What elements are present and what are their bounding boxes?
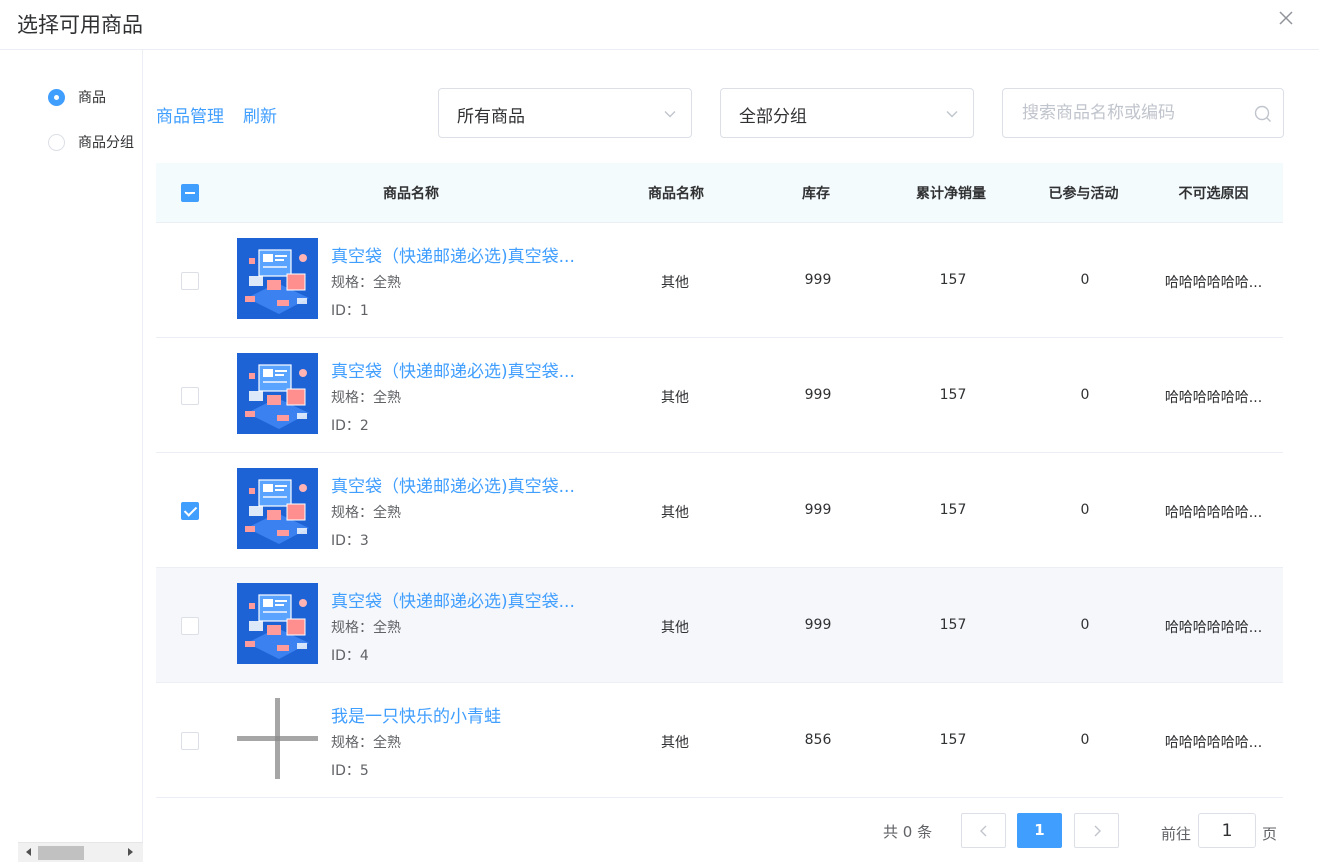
total-count: 共 0 条 (883, 823, 933, 841)
net-sales-value: 157 (939, 617, 967, 633)
product-type: 其他 (661, 275, 689, 291)
activities-value: 0 (1080, 387, 1090, 403)
product-type: 其他 (661, 505, 689, 521)
net-sales-value: 157 (939, 732, 967, 748)
table-body: 真空袋（快递邮递必选)真空袋... 规格：全熟 ID：1 其他 999 157 … (156, 223, 1283, 798)
goto-suffix: 页 (1262, 825, 1278, 843)
product-name-link[interactable]: 真空袋（快递邮递必选)真空袋... (331, 587, 575, 612)
product-name-link[interactable]: 真空袋（快递邮递必选)真空袋... (331, 472, 575, 497)
radio-button-checked[interactable] (48, 88, 65, 106)
activities-value: 0 (1080, 272, 1090, 288)
search-icon[interactable] (1253, 104, 1273, 124)
column-header: 商品名称 (648, 186, 704, 202)
product-spec: 规格：全熟 (331, 275, 401, 291)
dialog-header: 选择可用商品 (0, 0, 1319, 50)
scrollbar-thumb[interactable] (38, 846, 84, 860)
chevron-left-icon (980, 825, 987, 837)
product-id: ID：3 (331, 533, 369, 549)
unavailable-reason: 哈哈哈哈哈哈... (1164, 620, 1263, 636)
chevron-right-icon (1094, 825, 1101, 837)
stock-value: 999 (804, 617, 832, 633)
left-panel (0, 50, 143, 862)
horizontal-scrollbar[interactable] (18, 842, 143, 862)
row-checkbox[interactable] (181, 272, 199, 290)
net-sales-value: 157 (939, 272, 967, 288)
product-image (237, 468, 318, 549)
activities-value: 0 (1080, 732, 1090, 748)
product-spec: 规格：全熟 (331, 505, 401, 521)
radio-button[interactable] (48, 133, 65, 151)
product-table: 商品名称 商品名称 库存 累计净销量 已参与活动 不可选原因 真空袋（快递邮递必… (156, 163, 1283, 798)
row-checkbox[interactable] (181, 732, 199, 750)
select-all-checkbox[interactable] (181, 184, 199, 202)
radio-label: 商品 (78, 90, 106, 106)
column-header: 库存 (802, 186, 830, 202)
product-type: 其他 (661, 620, 689, 636)
refresh-link[interactable]: 刷新 (243, 102, 277, 127)
product-image (237, 583, 318, 664)
unavailable-reason: 哈哈哈哈哈哈... (1164, 505, 1263, 521)
product-spec: 规格：全熟 (331, 620, 401, 636)
product-name-link[interactable]: 我是一只快乐的小青蛙 (331, 702, 501, 727)
close-icon[interactable] (1276, 8, 1296, 28)
radio-product-groups[interactable]: 商品分组 (48, 132, 134, 152)
scroll-left-icon[interactable] (26, 848, 31, 856)
placeholder-plus-icon (237, 698, 318, 779)
row-checkbox[interactable] (181, 387, 199, 405)
select-value: 所有商品 (457, 107, 525, 127)
chevron-down-icon (664, 111, 676, 118)
product-id: ID：2 (331, 418, 369, 434)
chevron-down-icon (946, 111, 958, 118)
product-id: ID：1 (331, 303, 369, 319)
radio-label: 商品分组 (78, 135, 134, 151)
table-row[interactable]: 真空袋（快递邮递必选)真空袋... 规格：全熟 ID：3 其他 999 157 … (156, 453, 1283, 568)
next-page-button[interactable] (1074, 813, 1119, 848)
table-row[interactable]: 真空袋（快递邮递必选)真空袋... 规格：全熟 ID：1 其他 999 157 … (156, 223, 1283, 338)
column-header: 已参与活动 (1048, 186, 1119, 202)
product-type: 其他 (661, 735, 689, 751)
unavailable-reason: 哈哈哈哈哈哈... (1164, 735, 1263, 751)
product-type-select[interactable]: 所有商品 (438, 88, 692, 138)
row-checkbox[interactable] (181, 617, 199, 635)
product-type: 其他 (661, 390, 689, 406)
table-header: 商品名称 商品名称 库存 累计净销量 已参与活动 不可选原因 (156, 163, 1283, 223)
unavailable-reason: 哈哈哈哈哈哈... (1164, 390, 1263, 406)
search-box (1002, 88, 1284, 138)
product-name-link[interactable]: 真空袋（快递邮递必选)真空袋... (331, 242, 575, 267)
product-manage-link[interactable]: 商品管理 (156, 102, 224, 127)
net-sales-value: 157 (939, 387, 967, 403)
group-select[interactable]: 全部分组 (720, 88, 974, 138)
scroll-right-icon[interactable] (128, 848, 133, 856)
net-sales-value: 157 (939, 502, 967, 518)
product-id: ID：4 (331, 648, 369, 664)
row-checkbox[interactable] (181, 502, 199, 520)
column-header: 不可选原因 (1178, 186, 1249, 202)
table-row[interactable]: 真空袋（快递邮递必选)真空袋... 规格：全熟 ID：4 其他 999 157 … (156, 568, 1283, 683)
page-number-current[interactable]: 1 (1017, 813, 1062, 848)
stock-value: 999 (804, 387, 832, 403)
goto-page-input[interactable] (1198, 813, 1256, 848)
goto-label: 前往 (1161, 825, 1192, 843)
product-spec: 规格：全熟 (331, 390, 401, 406)
column-header: 累计净销量 (916, 186, 986, 202)
product-name-link[interactable]: 真空袋（快递邮递必选)真空袋... (331, 357, 575, 382)
stock-value: 999 (804, 272, 832, 288)
select-value: 全部分组 (739, 107, 807, 127)
product-id: ID：5 (331, 763, 369, 779)
stock-value: 999 (804, 502, 832, 518)
table-row[interactable]: 我是一只快乐的小青蛙 规格：全熟 ID：5 其他 856 157 0 哈哈哈哈哈… (156, 683, 1283, 798)
activities-value: 0 (1080, 617, 1090, 633)
product-spec: 规格：全熟 (331, 735, 401, 751)
product-image (237, 353, 318, 434)
stock-value: 856 (804, 732, 832, 748)
product-image (237, 238, 318, 319)
activities-value: 0 (1080, 502, 1090, 518)
unavailable-reason: 哈哈哈哈哈哈... (1164, 275, 1263, 291)
radio-products[interactable]: 商品 (48, 87, 106, 107)
search-input[interactable] (1004, 90, 1244, 136)
column-header: 商品名称 (383, 186, 439, 202)
prev-page-button[interactable] (961, 813, 1006, 848)
dialog-title: 选择可用商品 (17, 13, 143, 37)
table-row[interactable]: 真空袋（快递邮递必选)真空袋... 规格：全熟 ID：2 其他 999 157 … (156, 338, 1283, 453)
